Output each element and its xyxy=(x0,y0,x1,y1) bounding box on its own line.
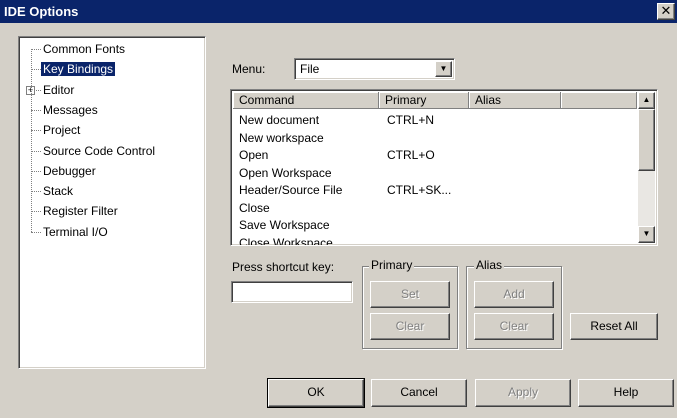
tree-item[interactable]: Source Code Control xyxy=(41,142,157,160)
cell-command: Save Workspace xyxy=(239,218,330,232)
alias-clear-button[interactable]: Clear xyxy=(474,313,554,340)
shortcut-input[interactable] xyxy=(231,281,353,303)
help-button[interactable]: Help xyxy=(578,379,674,407)
tree-item-label: Common Fonts xyxy=(43,42,126,56)
cancel-button[interactable]: Cancel xyxy=(371,379,467,407)
tree-connector xyxy=(31,191,41,193)
menu-dropdown[interactable]: File ▼ xyxy=(294,58,455,80)
tree-item[interactable]: Editor xyxy=(41,81,76,99)
tree-connector xyxy=(31,69,41,71)
column-header-filler xyxy=(561,92,637,109)
close-button[interactable]: ✕ xyxy=(657,3,675,20)
column-header-alias[interactable]: Alias xyxy=(469,92,561,109)
cell-primary: CTRL+O xyxy=(387,148,435,162)
cell-command: New document xyxy=(239,113,320,127)
tree-item-label: Key Bindings xyxy=(41,62,116,77)
shortcut-label: Press shortcut key: xyxy=(232,260,335,274)
tree-item-label: Stack xyxy=(43,184,74,199)
scroll-up-icon[interactable]: ▲ xyxy=(638,92,655,109)
column-header-primary[interactable]: Primary xyxy=(379,92,469,109)
tree-item-label: Messages xyxy=(43,102,98,117)
cell-command: Close xyxy=(239,200,270,215)
tree-item[interactable]: Common Fonts xyxy=(41,40,127,58)
tree-item-label: Register Filter xyxy=(43,204,118,219)
cell-command: Close Workspace xyxy=(239,235,333,246)
tree-item-label: Project xyxy=(43,123,81,138)
tree-item[interactable]: Terminal I/O xyxy=(41,223,110,241)
scroll-down-icon[interactable]: ▼ xyxy=(638,226,655,243)
tree-item[interactable]: Key Bindings xyxy=(41,60,116,78)
column-header-command[interactable]: Command xyxy=(233,92,379,109)
key-bindings-list[interactable]: Command Primary Alias New document CTRL+N… xyxy=(230,89,658,246)
table-row[interactable]: Open Workspace xyxy=(239,165,639,181)
alias-group-label: Alias xyxy=(474,258,505,272)
tree-item-label: Terminal I/O xyxy=(43,224,108,239)
options-tree[interactable]: Common Fonts Key Bindings Editor + Messages P… xyxy=(18,36,206,369)
tree-connector xyxy=(31,109,41,111)
table-row[interactable]: Header/Source File CTRL+SK... xyxy=(239,182,639,198)
cell-command: New workspace xyxy=(239,130,324,145)
primary-group-label: Primary xyxy=(369,258,415,272)
scroll-thumb[interactable] xyxy=(638,109,655,171)
primary-clear-button[interactable]: Clear xyxy=(370,313,450,340)
table-row[interactable]: New document CTRL+N xyxy=(239,112,639,128)
tree-connector xyxy=(31,49,41,50)
table-row[interactable]: Close xyxy=(239,200,639,216)
tree-connector xyxy=(31,130,41,132)
table-row[interactable]: Close Workspace xyxy=(239,235,639,246)
ok-button[interactable]: OK xyxy=(267,378,365,408)
cell-command: Open Workspace xyxy=(239,165,332,180)
window-title: IDE Options xyxy=(4,4,79,19)
tree-item[interactable]: Project xyxy=(41,121,82,139)
tree-item[interactable]: Register Filter xyxy=(41,202,120,220)
tree-trunk-line xyxy=(31,49,32,232)
menu-label: Menu: xyxy=(232,62,266,76)
table-row[interactable]: Open CTRL+O xyxy=(239,147,639,163)
tree-item-label: Source Code Control xyxy=(43,143,156,158)
list-scrollbar[interactable]: ▲ ▼ xyxy=(638,92,655,243)
dropdown-arrow-icon[interactable]: ▼ xyxy=(435,61,452,77)
cell-command: Open xyxy=(239,148,269,162)
tree-item-label: Editor xyxy=(43,82,75,97)
table-row[interactable]: New workspace xyxy=(239,130,639,146)
tree-connector xyxy=(31,211,41,213)
title-bar: IDE Options ✕ xyxy=(0,0,677,23)
menu-selected-value: File xyxy=(300,62,320,76)
apply-button[interactable]: Apply xyxy=(475,379,571,407)
reset-all-button[interactable]: Reset All xyxy=(570,313,658,340)
alias-add-button[interactable]: Add xyxy=(474,281,554,308)
tree-item[interactable]: Debugger xyxy=(41,162,98,180)
table-row[interactable]: Save Workspace xyxy=(239,217,639,233)
tree-connector xyxy=(31,231,41,233)
tree-connector xyxy=(31,170,41,172)
primary-set-button[interactable]: Set xyxy=(370,281,450,308)
tree-item[interactable]: Stack xyxy=(41,182,75,200)
cell-primary: CTRL+SK... xyxy=(387,183,452,197)
tree-connector xyxy=(31,150,41,152)
cell-primary: CTRL+N xyxy=(387,113,435,127)
tree-item[interactable]: Messages xyxy=(41,101,100,119)
cell-command: Header/Source File xyxy=(239,183,343,197)
close-icon: ✕ xyxy=(660,3,672,18)
tree-item-label: Debugger xyxy=(43,163,96,178)
